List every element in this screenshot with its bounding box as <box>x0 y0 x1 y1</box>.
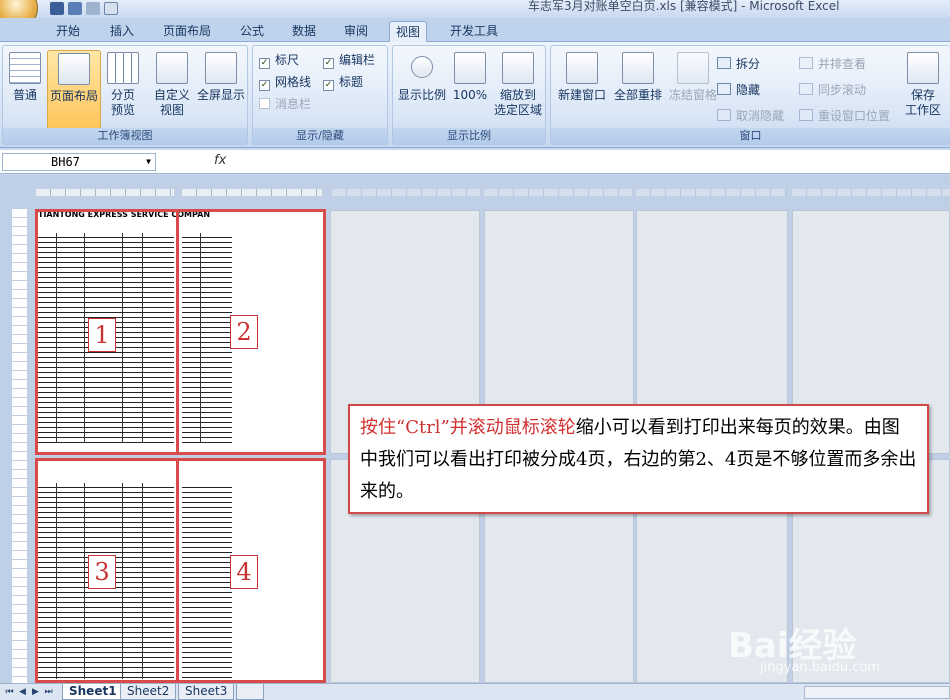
reset-window-position-button[interactable]: 重设窗口位置 <box>799 106 890 126</box>
check-icon: ✓ <box>323 80 334 91</box>
ruler-page-3 <box>332 189 480 196</box>
new-window-button[interactable]: 新建窗口 <box>553 50 611 103</box>
group-zoom: 显示比例 100% 缩放到 选定区域 显示比例 <box>392 45 546 145</box>
ruler-checkbox[interactable]: ✓ 标尺 <box>259 50 299 70</box>
ruler-page-6 <box>792 189 950 196</box>
normal-view-icon <box>9 52 41 84</box>
gridlines-checkbox[interactable]: ✓ 网格线 <box>259 72 311 92</box>
tab-formulas[interactable]: 公式 <box>234 21 270 42</box>
split-icon <box>717 57 731 69</box>
first-sheet-icon[interactable]: ⏮ <box>4 686 15 698</box>
freeze-panes-button[interactable]: 冻结窗格 <box>665 50 721 103</box>
page-layout-icon <box>58 53 90 85</box>
arrange-all-button[interactable]: 全部重排 <box>611 50 665 103</box>
tab-view[interactable]: 视图 <box>389 21 428 42</box>
zoom-selection-icon <box>502 52 534 84</box>
zoom-100-icon <box>454 52 486 84</box>
magnifier-icon <box>411 56 433 78</box>
horizontal-scrollbar[interactable] <box>804 686 950 699</box>
tab-data[interactable]: 数据 <box>286 21 322 42</box>
group-label: 窗口 <box>551 128 950 144</box>
sync-scroll-icon <box>799 83 813 95</box>
sheet-tab-sheet1[interactable]: Sheet1 <box>62 684 124 700</box>
fx-icon[interactable]: fx <box>214 153 226 168</box>
split-button[interactable]: 拆分 <box>717 54 760 74</box>
group-label: 显示/隐藏 <box>253 128 387 144</box>
sheet-tab-bar: ⏮ ◀ ▶ ⏭ Sheet1 Sheet2 Sheet3 <box>0 683 950 700</box>
freeze-panes-icon <box>677 52 709 84</box>
ruler-page-5 <box>636 189 786 196</box>
normal-view-button[interactable]: 普通 <box>5 50 45 103</box>
side-by-side-button[interactable]: 并排查看 <box>799 54 866 74</box>
annotation-callout: 按住“Ctrl”并滚动鼠标滚轮缩小可以看到打印出来每页的效果。由图中我们可以看出… <box>348 404 929 514</box>
quick-access-toolbar <box>44 0 118 16</box>
zoom-button[interactable]: 显示比例 <box>395 50 449 103</box>
ruler-page-4 <box>484 189 632 196</box>
save-workspace-icon <box>907 52 939 84</box>
save-icon[interactable] <box>50 1 64 15</box>
redo-icon[interactable] <box>86 1 100 15</box>
ribbon-tabs: 开始 插入 页面布局 公式 数据 审阅 视图 开发工具 <box>0 18 950 42</box>
group-label: 显示比例 <box>393 128 545 144</box>
vertical-ruler <box>12 209 27 683</box>
hide-button[interactable]: 隐藏 <box>717 80 760 100</box>
insert-sheet-icon[interactable] <box>236 684 264 700</box>
zoom-to-selection-button[interactable]: 缩放到 选定区域 <box>491 50 545 118</box>
page-break-icon <box>107 52 139 84</box>
unchecked-box-icon <box>259 98 270 109</box>
sheet-tab-sheet3[interactable]: Sheet3 <box>178 684 235 700</box>
page-number-label: 3 <box>88 555 116 589</box>
sync-scroll-button[interactable]: 同步滚动 <box>799 80 866 100</box>
undo-icon[interactable] <box>68 1 82 15</box>
page-layout-view-button[interactable]: 页面布局 <box>47 50 101 130</box>
name-box[interactable]: BH67 ▼ <box>2 153 156 171</box>
new-window-icon <box>566 52 598 84</box>
page-number-label: 1 <box>88 318 116 352</box>
ruler-page-1 <box>36 189 174 196</box>
unhide-icon <box>717 109 731 121</box>
group-label: 工作簿视图 <box>3 128 247 144</box>
group-workbook-views: 普通 页面布局 分页 预览 自定义 视图 全屏显示 工作簿视图 <box>2 45 248 145</box>
tab-developer[interactable]: 开发工具 <box>444 21 504 42</box>
zoom-100-button[interactable]: 100% <box>451 50 489 103</box>
custom-views-icon <box>156 52 188 84</box>
full-screen-icon <box>205 52 237 84</box>
page-number-label: 4 <box>230 555 258 589</box>
tab-page-layout[interactable]: 页面布局 <box>157 21 217 42</box>
ribbon: 普通 页面布局 分页 预览 自定义 视图 全屏显示 工作簿视图 ✓ 标尺 ✓ 网格线… <box>0 42 950 148</box>
tab-home[interactable]: 开始 <box>50 21 86 42</box>
group-show-hide: ✓ 标尺 ✓ 网格线 消息栏 ✓ 编辑栏 ✓ 标题 显示/隐藏 <box>252 45 388 145</box>
save-workspace-button[interactable]: 保存 工作区 <box>901 50 945 118</box>
check-icon: ✓ <box>259 80 270 91</box>
message-bar-checkbox[interactable]: 消息栏 <box>259 94 311 114</box>
check-icon: ✓ <box>323 58 334 69</box>
prev-sheet-icon[interactable]: ◀ <box>17 686 28 698</box>
custom-views-button[interactable]: 自定义 视图 <box>149 50 195 118</box>
ruler-page-2 <box>182 189 322 196</box>
formula-bar-checkbox[interactable]: ✓ 编辑栏 <box>323 50 375 70</box>
tab-review[interactable]: 审阅 <box>338 21 374 42</box>
arrange-all-icon <box>622 52 654 84</box>
group-window: 新建窗口 全部重排 冻结窗格 拆分 隐藏 取消隐藏 并排查看 同步滚动 重设窗口… <box>550 45 950 145</box>
page-number-label: 2 <box>230 315 258 349</box>
full-screen-button[interactable]: 全屏显示 <box>195 50 247 103</box>
unhide-button[interactable]: 取消隐藏 <box>717 106 784 126</box>
watermark-url: jingyan.baidu.com <box>760 660 880 675</box>
next-sheet-icon[interactable]: ▶ <box>30 686 41 698</box>
window-title: 车志军3月对账单空白页.xls [兼容模式] - Microsoft Excel <box>528 0 840 13</box>
check-icon: ✓ <box>259 58 270 69</box>
print-preview-icon[interactable] <box>104 1 118 15</box>
headings-checkbox[interactable]: ✓ 标题 <box>323 72 363 92</box>
dropdown-arrow-icon[interactable]: ▼ <box>146 154 151 170</box>
last-sheet-icon[interactable]: ⏭ <box>43 686 54 698</box>
formula-bar: BH67 ▼ fx <box>0 150 950 174</box>
hide-icon <box>717 83 731 95</box>
tab-insert[interactable]: 插入 <box>104 21 140 42</box>
sheet-tab-sheet2[interactable]: Sheet2 <box>120 684 177 700</box>
page-break-preview-button[interactable]: 分页 预览 <box>103 50 143 118</box>
title-bar: 车志军3月对账单空白页.xls [兼容模式] - Microsoft Excel <box>0 0 950 30</box>
reset-position-icon <box>799 109 813 121</box>
callout-highlight: 按住“Ctrl”并滚动鼠标滚轮 <box>360 417 576 438</box>
side-by-side-icon <box>799 57 813 69</box>
